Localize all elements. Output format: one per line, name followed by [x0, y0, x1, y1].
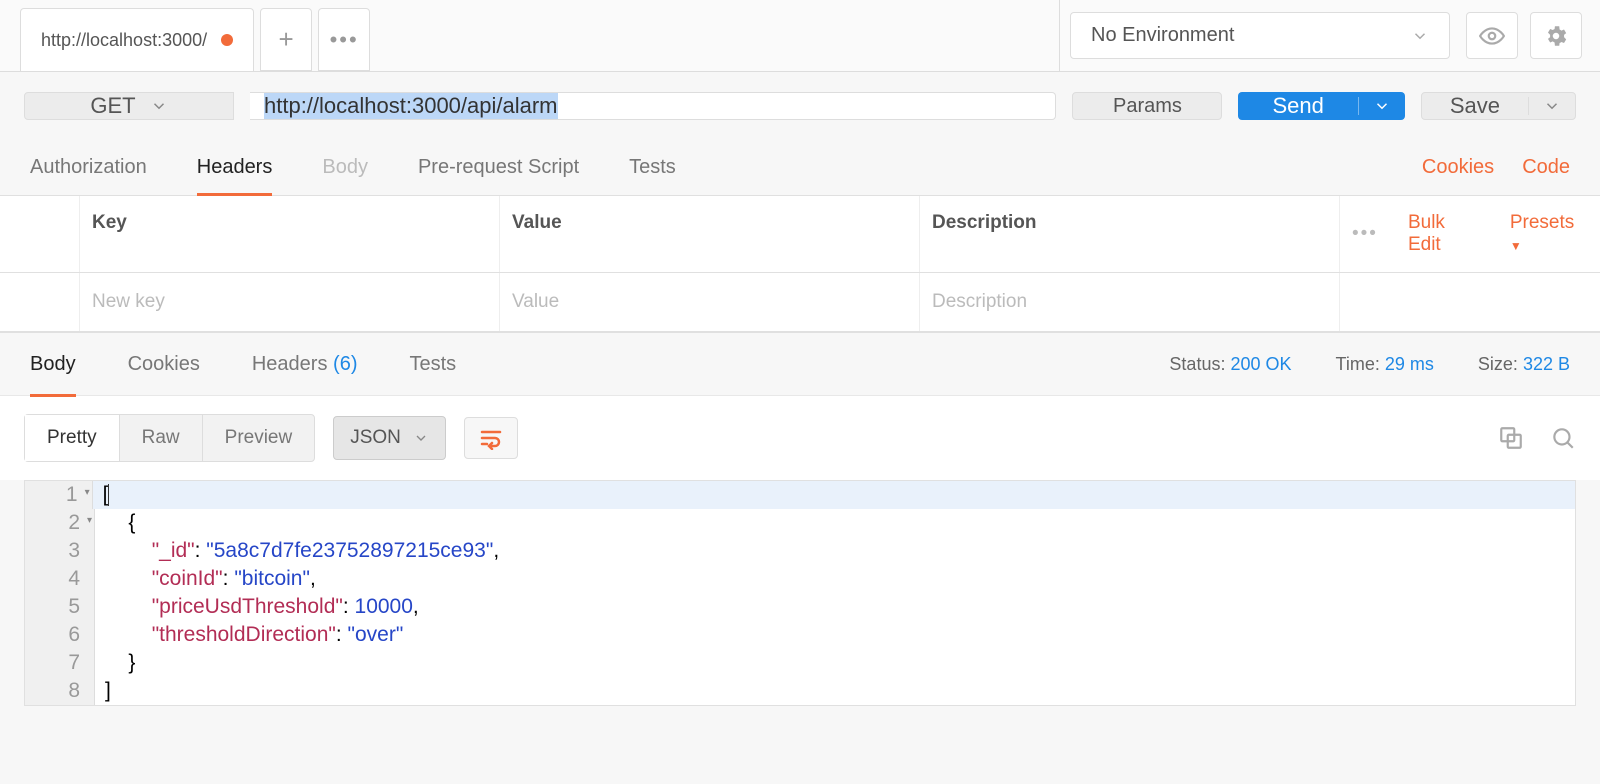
http-method-selector[interactable]: GET [24, 92, 234, 120]
response-tabs: Body Cookies Headers (6) Tests Status: 2… [0, 332, 1600, 396]
tab-headers[interactable]: Headers [197, 156, 273, 196]
settings-button[interactable] [1530, 12, 1582, 59]
new-description-input[interactable]: Description [920, 273, 1340, 331]
new-key-input[interactable]: New key [80, 273, 500, 331]
copy-icon [1498, 425, 1524, 451]
unsaved-dot-icon [221, 34, 233, 46]
chevron-down-icon [1543, 97, 1561, 115]
request-row: GET http://localhost:3000/api/alarm Para… [0, 72, 1600, 140]
search-button[interactable] [1550, 425, 1576, 451]
view-mode-segment: Pretty Raw Preview [24, 414, 315, 462]
col-value: Value [500, 196, 920, 272]
response-body[interactable]: 1▾[ 2▾ { 3 "_id": "5a8c7d7fe23752897215c… [24, 480, 1576, 706]
new-value-input[interactable]: Value [500, 273, 920, 331]
url-input[interactable]: http://localhost:3000/api/alarm [250, 92, 1056, 120]
tab-options-button[interactable]: ••• [318, 8, 370, 71]
send-button[interactable]: Send [1238, 92, 1404, 120]
code-link[interactable]: Code [1522, 156, 1570, 179]
col-key: Key [80, 196, 500, 272]
presets-link[interactable]: Presets ▼ [1510, 212, 1588, 256]
cookies-link[interactable]: Cookies [1422, 156, 1494, 179]
chevron-down-icon [1411, 27, 1429, 45]
http-method-label: GET [90, 93, 135, 119]
bulk-edit-link[interactable]: Bulk Edit [1408, 212, 1480, 256]
environment-preview-button[interactable] [1466, 12, 1518, 59]
environment-selector[interactable]: No Environment [1070, 12, 1450, 59]
request-subtabs: Authorization Headers Body Pre-request S… [0, 140, 1600, 196]
chevron-down-icon [1373, 97, 1391, 115]
fold-icon[interactable]: ▾ [85, 487, 90, 498]
headers-more-icon[interactable]: ••• [1352, 223, 1378, 245]
chevron-down-icon [150, 97, 168, 115]
status-value: 200 OK [1230, 354, 1291, 374]
gear-icon [1543, 23, 1569, 49]
mode-raw[interactable]: Raw [120, 415, 203, 461]
save-dropdown[interactable] [1528, 97, 1575, 115]
search-icon [1550, 425, 1576, 451]
caret-down-icon: ▼ [1510, 239, 1522, 253]
size-value: 322 B [1523, 354, 1570, 374]
response-body-toolbar: Pretty Raw Preview JSON [0, 396, 1600, 480]
wrap-lines-button[interactable] [464, 417, 518, 459]
copy-button[interactable] [1498, 425, 1524, 451]
headers-new-row: New key Value Description [0, 273, 1600, 332]
params-button[interactable]: Params [1072, 92, 1222, 120]
chevron-down-icon [413, 430, 429, 446]
environment-label: No Environment [1091, 24, 1234, 47]
save-button[interactable]: Save [1421, 92, 1576, 120]
format-selector[interactable]: JSON [333, 416, 446, 460]
fold-icon[interactable]: ▾ [87, 515, 92, 526]
resp-tab-headers[interactable]: Headers (6) [252, 353, 358, 376]
resp-tab-tests[interactable]: Tests [409, 353, 456, 376]
tab-authorization[interactable]: Authorization [30, 156, 147, 179]
url-text: http://localhost:3000/api/alarm [264, 93, 558, 119]
headers-table-header: Key Value Description ••• Bulk Edit Pres… [0, 196, 1600, 273]
new-tab-button[interactable]: + [260, 8, 312, 71]
tab-body[interactable]: Body [322, 156, 368, 179]
request-tab-title: http://localhost:3000/ [41, 30, 207, 51]
mode-preview[interactable]: Preview [203, 415, 315, 461]
time-value: 29 ms [1385, 354, 1434, 374]
mode-pretty[interactable]: Pretty [25, 415, 120, 461]
eye-icon [1479, 23, 1505, 49]
send-dropdown[interactable] [1358, 97, 1405, 115]
resp-tab-body[interactable]: Body [30, 353, 76, 397]
resp-tab-cookies[interactable]: Cookies [128, 353, 200, 376]
tab-tests[interactable]: Tests [629, 156, 676, 179]
wrap-icon [479, 426, 503, 450]
tab-prerequest[interactable]: Pre-request Script [418, 156, 579, 179]
top-strip: http://localhost:3000/ + ••• No Environm… [0, 0, 1600, 72]
col-description: Description [920, 196, 1340, 272]
response-meta: Status: 200 OK Time: 29 ms Size: 322 B [1169, 354, 1570, 375]
request-tab[interactable]: http://localhost:3000/ [20, 8, 254, 71]
